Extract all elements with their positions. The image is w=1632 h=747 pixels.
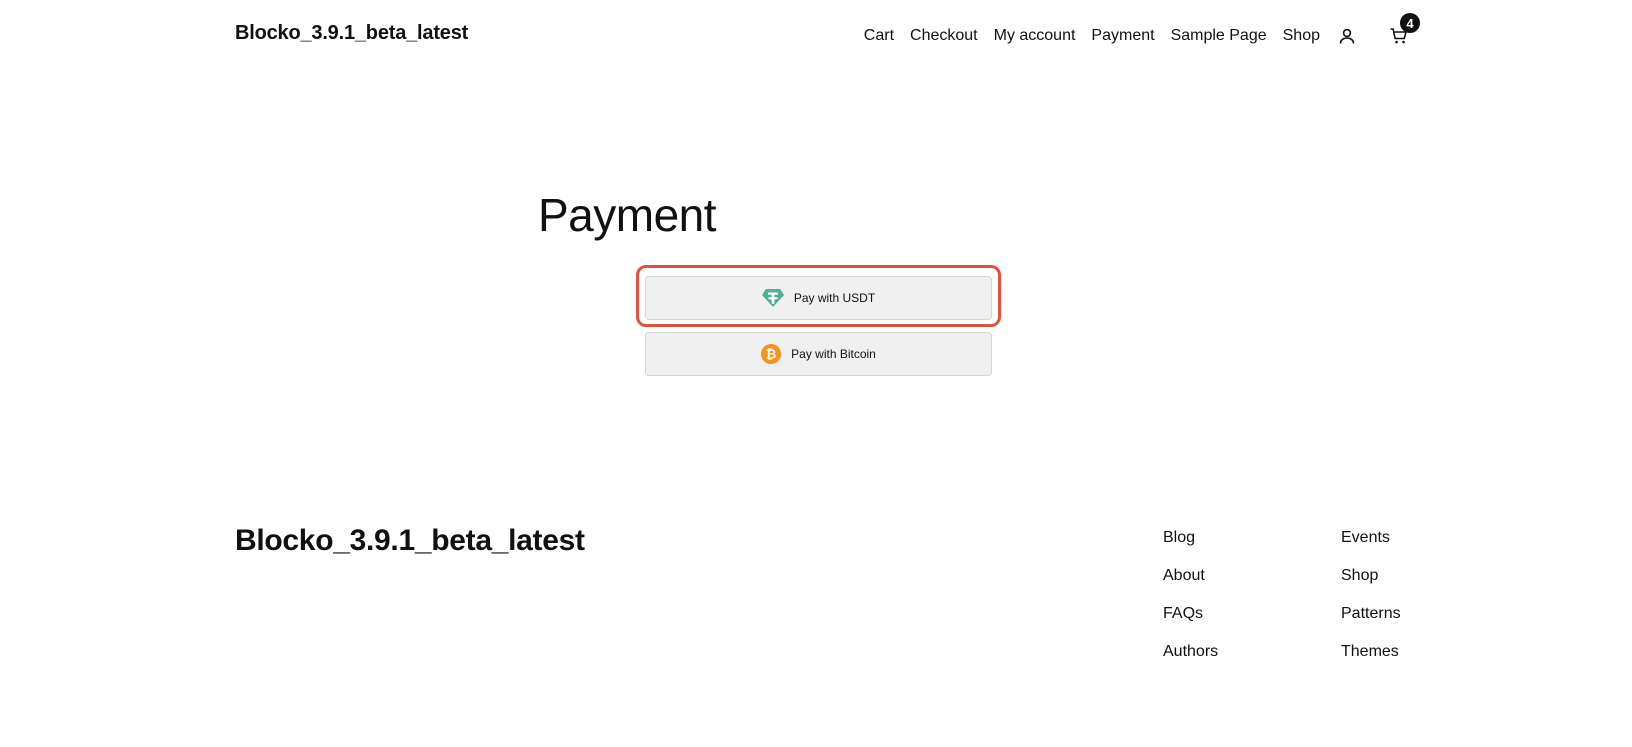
footer-link-events[interactable]: Events	[1341, 527, 1401, 549]
svg-text:₿: ₿	[766, 347, 777, 362]
nav-cart[interactable]: Cart	[864, 27, 894, 45]
cart-icon[interactable]: 4	[1388, 13, 1420, 47]
site-header: Blocko_3.9.1_beta_latest Cart Checkout M…	[0, 0, 1632, 72]
pay-with-bitcoin-button[interactable]: ₿ Pay with Bitcoin	[645, 332, 992, 376]
footer-link-shop[interactable]: Shop	[1341, 565, 1401, 587]
footer-site-title-link[interactable]: Blocko_3.9.1_beta_latest	[235, 524, 585, 558]
footer-link-themes[interactable]: Themes	[1341, 641, 1401, 663]
footer-link-blog[interactable]: Blog	[1163, 527, 1218, 549]
bitcoin-icon: ₿	[761, 344, 782, 364]
footer-link-authors[interactable]: Authors	[1163, 641, 1218, 663]
main-nav: Cart Checkout My account Payment Sample …	[864, 13, 1420, 48]
footer-links-column-1: Blog About FAQs Authors	[1163, 527, 1218, 663]
footer-link-about[interactable]: About	[1163, 565, 1218, 587]
page-title: Payment	[538, 189, 717, 241]
tether-icon	[761, 288, 784, 308]
nav-my-account[interactable]: My account	[994, 27, 1076, 45]
footer-links-column-2: Events Shop Patterns Themes	[1341, 527, 1401, 663]
footer-link-faqs[interactable]: FAQs	[1163, 603, 1218, 625]
nav-checkout[interactable]: Checkout	[910, 27, 978, 45]
nav-payment[interactable]: Payment	[1091, 27, 1154, 45]
nav-shop[interactable]: Shop	[1283, 27, 1320, 45]
pay-with-bitcoin-label: Pay with Bitcoin	[791, 347, 876, 361]
pay-with-usdt-label: Pay with USDT	[793, 291, 876, 305]
nav-sample-page[interactable]: Sample Page	[1171, 27, 1267, 45]
site-title-link[interactable]: Blocko_3.9.1_beta_latest	[235, 22, 468, 45]
footer-link-patterns[interactable]: Patterns	[1341, 603, 1401, 625]
user-icon[interactable]	[1336, 25, 1358, 47]
cart-count-badge: 4	[1400, 13, 1420, 33]
pay-with-usdt-button[interactable]: Pay with USDT	[645, 276, 992, 320]
